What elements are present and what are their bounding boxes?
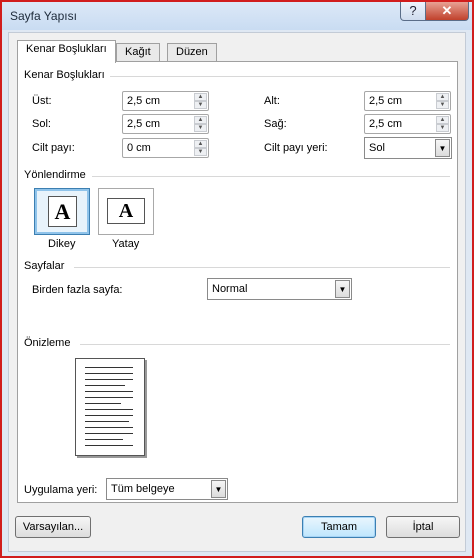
gutter-label: Cilt payı: — [32, 142, 75, 154]
tab-label: Kağıt — [125, 46, 151, 58]
tab-margins[interactable]: Kenar Boşlukları — [17, 40, 116, 63]
tab-label: Kenar Boşlukları — [26, 43, 107, 55]
right-margin-spinner[interactable]: 2,5 cm ▲ ▼ — [364, 114, 451, 134]
left-margin-spinner[interactable]: 2,5 cm ▲ ▼ — [122, 114, 209, 134]
preview-page-thumbnail — [75, 358, 145, 456]
window-title: Sayfa Yapısı — [10, 9, 77, 23]
tab-layout[interactable]: Düzen — [167, 43, 217, 62]
section-divider — [110, 76, 450, 77]
set-default-button[interactable]: Varsayılan... — [15, 516, 91, 538]
section-divider — [80, 344, 450, 345]
tab-paper[interactable]: Kağıt — [116, 43, 160, 62]
spin-up-icon[interactable]: ▲ — [194, 116, 207, 124]
portrait-label: Dikey — [48, 238, 76, 250]
right-margin-label: Sağ: — [264, 118, 287, 130]
ok-label: Tamam — [320, 521, 358, 533]
cancel-label: İptal — [412, 521, 434, 533]
spinner-arrows: ▲ ▼ — [194, 93, 207, 109]
gutter-position-value: Sol — [369, 142, 385, 154]
spin-down-icon[interactable]: ▼ — [194, 124, 207, 132]
chevron-down-icon[interactable]: ▼ — [435, 139, 450, 157]
margins-section-label: Kenar Boşlukları — [24, 69, 105, 81]
spin-up-icon[interactable]: ▲ — [436, 116, 449, 124]
spinner-arrows: ▲ ▼ — [194, 140, 207, 156]
spin-down-icon[interactable]: ▼ — [436, 101, 449, 109]
pages-section-label: Sayfalar — [24, 260, 65, 272]
left-margin-value: 2,5 cm — [127, 118, 161, 130]
portrait-page-icon: A — [48, 196, 77, 227]
chevron-down-icon[interactable]: ▼ — [211, 480, 226, 498]
left-margin-label: Sol: — [32, 118, 51, 130]
help-icon: ? — [409, 3, 417, 18]
title-bar[interactable]: Sayfa Yapısı ? ✕ — [2, 2, 472, 30]
close-button[interactable]: ✕ — [425, 2, 469, 21]
spin-down-icon[interactable]: ▼ — [194, 148, 207, 156]
gutter-value: 0 cm — [127, 142, 151, 154]
gutter-position-label: Cilt payı yeri: — [264, 142, 328, 154]
portrait-button[interactable]: A — [34, 188, 90, 235]
multiple-pages-select[interactable]: Normal ▼ — [207, 278, 352, 300]
orientation-section-label: Yönlendirme — [24, 169, 86, 181]
margins-panel: Kenar Boşlukları Üst: 2,5 cm ▲ ▼ Alt: 2,… — [17, 61, 458, 503]
section-divider — [74, 267, 450, 268]
spin-up-icon[interactable]: ▲ — [194, 140, 207, 148]
page-setup-dialog: Sayfa Yapısı ? ✕ Kenar Boşlukları Kağıt … — [0, 0, 474, 558]
spinner-arrows: ▲ ▼ — [194, 116, 207, 132]
set-default-label: Varsayılan... — [22, 521, 84, 533]
apply-to-select[interactable]: Tüm belgeye ▼ — [106, 478, 228, 500]
gutter-position-select[interactable]: Sol ▼ — [364, 137, 452, 159]
apply-to-value: Tüm belgeye — [111, 483, 175, 495]
multiple-pages-label: Birden fazla sayfa: — [32, 284, 123, 296]
gutter-spinner[interactable]: 0 cm ▲ ▼ — [122, 138, 209, 158]
multiple-pages-value: Normal — [212, 283, 248, 295]
apply-to-label: Uygulama yeri: — [24, 484, 98, 496]
bottom-margin-value: 2,5 cm — [369, 95, 403, 107]
landscape-button[interactable]: A — [98, 188, 154, 235]
ok-button[interactable]: Tamam — [302, 516, 376, 538]
spinner-arrows: ▲ ▼ — [436, 93, 449, 109]
preview-section-label: Önizleme — [24, 337, 71, 349]
top-margin-label: Üst: — [32, 95, 52, 107]
right-margin-value: 2,5 cm — [369, 118, 403, 130]
spin-down-icon[interactable]: ▼ — [436, 124, 449, 132]
close-icon: ✕ — [441, 3, 453, 18]
bottom-margin-label: Alt: — [264, 95, 280, 107]
tab-label: Düzen — [176, 46, 208, 58]
spin-up-icon[interactable]: ▲ — [194, 93, 207, 101]
top-margin-spinner[interactable]: 2,5 cm ▲ ▼ — [122, 91, 209, 111]
spin-up-icon[interactable]: ▲ — [436, 93, 449, 101]
spinner-arrows: ▲ ▼ — [436, 116, 449, 132]
cancel-button[interactable]: İptal — [386, 516, 460, 538]
help-button[interactable]: ? — [400, 2, 426, 21]
chevron-down-icon[interactable]: ▼ — [335, 280, 350, 298]
section-divider — [92, 176, 450, 177]
spin-down-icon[interactable]: ▼ — [194, 101, 207, 109]
bottom-margin-spinner[interactable]: 2,5 cm ▲ ▼ — [364, 91, 451, 111]
landscape-label: Yatay — [112, 238, 140, 250]
top-margin-value: 2,5 cm — [127, 95, 161, 107]
landscape-page-icon: A — [107, 198, 145, 224]
dialog-client: Kenar Boşlukları Kağıt Düzen Kenar Boşlu… — [8, 32, 466, 552]
